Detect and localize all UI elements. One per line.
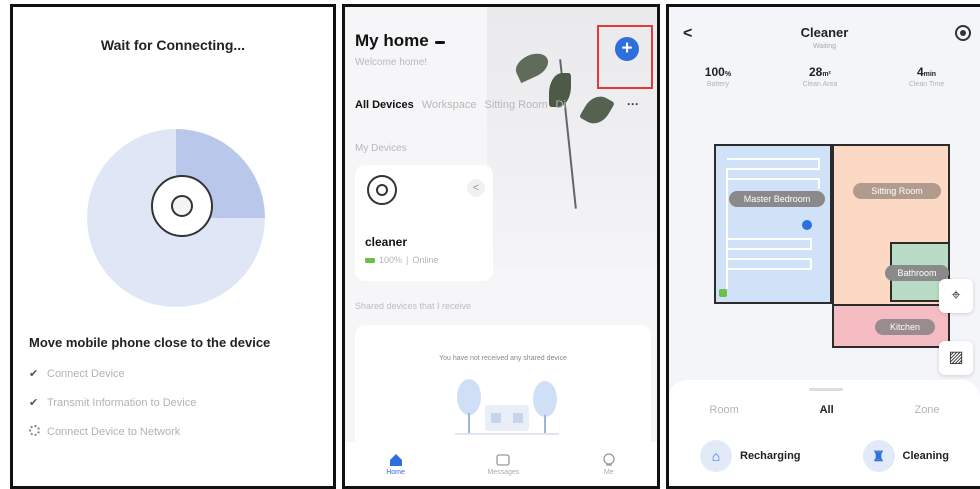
stat-label: Battery <box>706 81 729 88</box>
instruction-text: Move mobile phone close to the device <box>29 335 271 350</box>
cleaning-button[interactable]: ♜ Cleaning <box>862 440 949 472</box>
tab-di[interactable]: Di <box>556 99 566 111</box>
recharging-button[interactable]: ⌂ Recharging <box>700 440 801 472</box>
home-selector[interactable]: My home <box>355 31 445 51</box>
bottom-navigation: Home Messages Me <box>345 442 657 486</box>
connecting-screen: Wait for Connecting... Move mobile phone… <box>10 4 336 489</box>
battery-level: 100% <box>379 255 403 265</box>
robot-vacuum-icon <box>367 175 397 205</box>
tab-all-devices[interactable]: All Devices <box>355 99 414 111</box>
home-name: My home <box>355 31 429 50</box>
shared-devices-label: Shared devices that I receive <box>355 301 472 311</box>
stat-value: 28 <box>808 65 823 79</box>
room-label-sitting: Sitting Room <box>853 183 941 199</box>
step-label: Connect Device to Network <box>47 425 181 438</box>
settings-gear-icon[interactable] <box>955 25 971 41</box>
robot-sensor-icon <box>171 195 193 217</box>
plant-leaf <box>511 48 553 84</box>
connection-progress-ring <box>87 129 265 307</box>
add-device-highlight: + <box>597 25 653 89</box>
stat-clean-area: 28m² Clean Area <box>803 65 838 88</box>
mode-zone[interactable]: Zone <box>914 404 939 416</box>
device-title: Cleaner <box>800 25 849 40</box>
user-icon <box>603 452 615 466</box>
robot-vacuum-icon <box>151 175 213 237</box>
stat-battery: 100% Battery <box>705 65 731 88</box>
step-label: Transmit Information to Device <box>47 396 197 409</box>
control-panel: Room All Zone ⌂ Recharging ♜ Cleaning <box>669 380 980 486</box>
step-connect-network: Connect Device to Network <box>29 417 196 446</box>
nav-messages[interactable]: Messages <box>487 453 519 476</box>
room-label-kitchen: Kitchen <box>875 319 935 335</box>
room-label-master-bedroom: Master Bedroom <box>729 191 825 207</box>
more-tabs-icon[interactable]: ··· <box>627 97 639 111</box>
cleaner-screen: < Cleaner Waiting 100% Battery 28m² Clea… <box>666 4 980 489</box>
robot-sensor-icon <box>376 184 388 196</box>
stat-unit: m² <box>822 71 831 78</box>
screenshot-strip: Wait for Connecting... Move mobile phone… <box>0 0 980 489</box>
shared-devices-empty-state: You have not received any shared device <box>355 325 651 447</box>
loading-spinner-icon <box>29 424 47 439</box>
stat-value: 4 <box>916 65 924 79</box>
step-connect-device: ✔ Connect Device <box>29 359 196 388</box>
action-label: Cleaning <box>902 450 949 462</box>
battery-icon <box>365 257 375 263</box>
home-screen: My home Welcome home! + All Devices Work… <box>342 4 660 489</box>
dropdown-caret-icon <box>434 40 445 44</box>
stat-value: 100 <box>704 65 725 79</box>
action-label: Recharging <box>740 450 801 462</box>
device-state: Waiting <box>812 43 837 50</box>
nav-home[interactable]: Home <box>386 453 405 476</box>
connection-steps: ✔ Connect Device ✔ Transmit Information … <box>29 359 196 446</box>
tab-sitting-room[interactable]: Sitting Room <box>485 99 548 111</box>
step-transmit-info: ✔ Transmit Information to Device <box>29 388 196 417</box>
svg-text:Bathroom: Bathroom <box>897 268 936 278</box>
svg-text:Kitchen: Kitchen <box>890 322 920 332</box>
checkmark-icon: ✔ <box>29 397 39 409</box>
status-divider: | <box>406 255 409 265</box>
my-devices-label: My Devices <box>355 143 407 154</box>
nav-label: Me <box>603 468 614 476</box>
svg-text:Master Bedroom: Master Bedroom <box>744 194 811 204</box>
message-icon <box>496 453 510 466</box>
empty-message: You have not received any shared device <box>439 355 567 362</box>
home-icon <box>389 453 402 466</box>
tab-workspace[interactable]: Workspace <box>422 99 477 111</box>
stat-clean-time: 4min Clean Time <box>909 65 944 88</box>
stat-label: Clean Time <box>908 81 945 88</box>
nav-label: Home <box>386 468 405 476</box>
room-tabs: All Devices Workspace Sitting Room Di <box>355 99 657 111</box>
drag-handle[interactable] <box>809 388 843 391</box>
empty-illustration-icon <box>455 379 559 435</box>
device-status: 100% | Online <box>365 255 438 265</box>
mode-room[interactable]: Room <box>709 404 738 416</box>
plus-icon[interactable]: + <box>615 37 639 61</box>
cleaning-stats: 100% Battery 28m² Clean Area 4min Clean … <box>669 65 980 88</box>
recharge-icon: ⌂ <box>700 440 732 472</box>
step-label: Connect Device <box>47 367 125 380</box>
mode-all[interactable]: All <box>820 404 834 416</box>
svg-text:Sitting Room: Sitting Room <box>871 186 923 196</box>
connecting-title: Wait for Connecting... <box>100 37 246 53</box>
mode-selector: Room All Zone <box>669 404 980 416</box>
welcome-text: Welcome home! <box>355 57 428 68</box>
floor-map[interactable]: Master Bedroom Sitting Room Bathroom Kit… <box>707 139 955 349</box>
device-name: cleaner <box>365 235 408 249</box>
charging-dock-icon <box>719 289 727 297</box>
share-icon[interactable]: < <box>467 179 485 197</box>
online-status: Online <box>412 255 439 265</box>
stat-unit: % <box>724 71 732 78</box>
locate-robot-icon[interactable]: ⌖ <box>939 279 973 313</box>
robot-position-icon <box>802 220 812 230</box>
room-label-bathroom: Bathroom <box>885 265 949 281</box>
stat-unit: min <box>923 71 937 78</box>
checkmark-icon: ✔ <box>29 368 39 380</box>
nav-me[interactable]: Me <box>602 452 616 476</box>
stat-label: Clean Area <box>802 81 838 88</box>
edit-zone-icon[interactable]: ▨ <box>939 341 973 375</box>
cleaning-icon: ♜ <box>862 440 895 472</box>
device-card[interactable]: < cleaner 100% | Online <box>355 165 493 281</box>
action-buttons: ⌂ Recharging ♜ Cleaning <box>669 440 980 472</box>
nav-label: Messages <box>487 468 520 476</box>
